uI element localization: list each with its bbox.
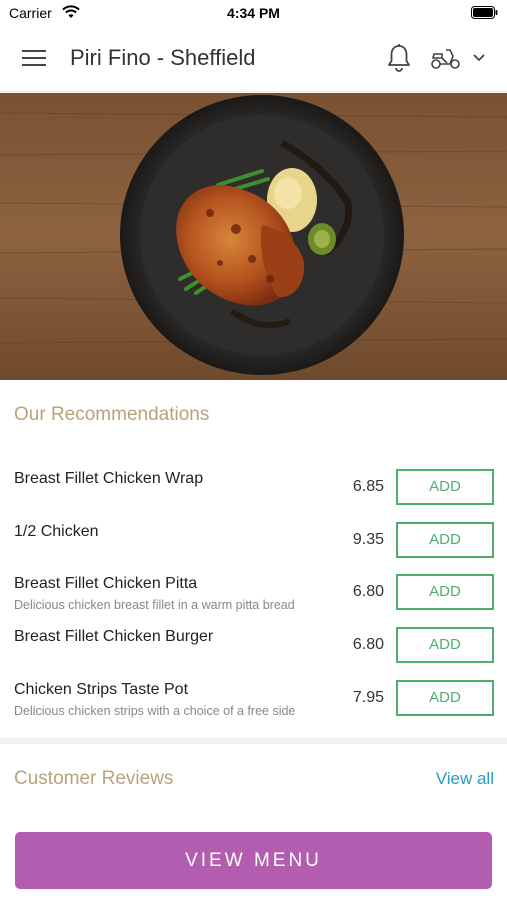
- hamburger-menu-icon[interactable]: [22, 47, 48, 69]
- bell-icon[interactable]: [386, 43, 412, 73]
- section-divider: [0, 738, 507, 744]
- chevron-down-icon[interactable]: [472, 53, 486, 63]
- item-description: Delicious chicken strips with a choice o…: [14, 704, 296, 718]
- app-header: Piri Fino - Sheffield: [0, 26, 507, 92]
- add-button[interactable]: ADD: [396, 522, 494, 558]
- item-name: Breast Fillet Chicken Wrap: [14, 470, 204, 487]
- battery-icon: [471, 6, 498, 19]
- view-all-reviews-link[interactable]: View all: [436, 769, 494, 789]
- status-bar: Carrier 4:34 PM: [0, 0, 507, 26]
- scooter-icon[interactable]: [430, 46, 462, 70]
- customer-reviews-title: Customer Reviews: [14, 768, 174, 789]
- item-name: Breast Fillet Chicken Burger: [14, 628, 214, 645]
- recommendation-item: Breast Fillet Chicken Wrap 6.85 ADD: [0, 469, 507, 522]
- recommendation-item: 1/2 Chicken 9.35 ADD: [0, 522, 507, 575]
- item-price: 6.85: [352, 478, 384, 495]
- clock: 4:34 PM: [227, 5, 280, 21]
- item-price: 7.95: [352, 689, 384, 706]
- recommendation-item: Breast Fillet Chicken Burger 6.80 ADD: [0, 627, 507, 680]
- recommendation-item: Breast Fillet Chicken Pitta Delicious ch…: [0, 574, 507, 627]
- item-name: Chicken Strips Taste Pot: [14, 681, 189, 698]
- add-button[interactable]: ADD: [396, 627, 494, 663]
- add-button[interactable]: ADD: [396, 574, 494, 610]
- plate-of-piri-chicken-photo: [0, 93, 507, 380]
- item-price: 6.80: [352, 636, 384, 653]
- item-name: 1/2 Chicken: [14, 523, 99, 540]
- add-button[interactable]: ADD: [396, 680, 494, 716]
- item-price: 9.35: [352, 531, 384, 548]
- item-name: Breast Fillet Chicken Pitta: [14, 575, 198, 592]
- recommendation-item: Chicken Strips Taste Pot Delicious chick…: [0, 680, 507, 733]
- view-menu-button[interactable]: VIEW MENU: [15, 832, 492, 889]
- item-price: 6.80: [352, 583, 384, 600]
- hero-food-image: [0, 93, 507, 380]
- item-description: Delicious chicken breast fillet in a war…: [14, 598, 295, 612]
- restaurant-title: Piri Fino - Sheffield: [70, 45, 256, 70]
- add-button[interactable]: ADD: [396, 469, 494, 505]
- recommendations-title: Our Recommendations: [14, 404, 210, 425]
